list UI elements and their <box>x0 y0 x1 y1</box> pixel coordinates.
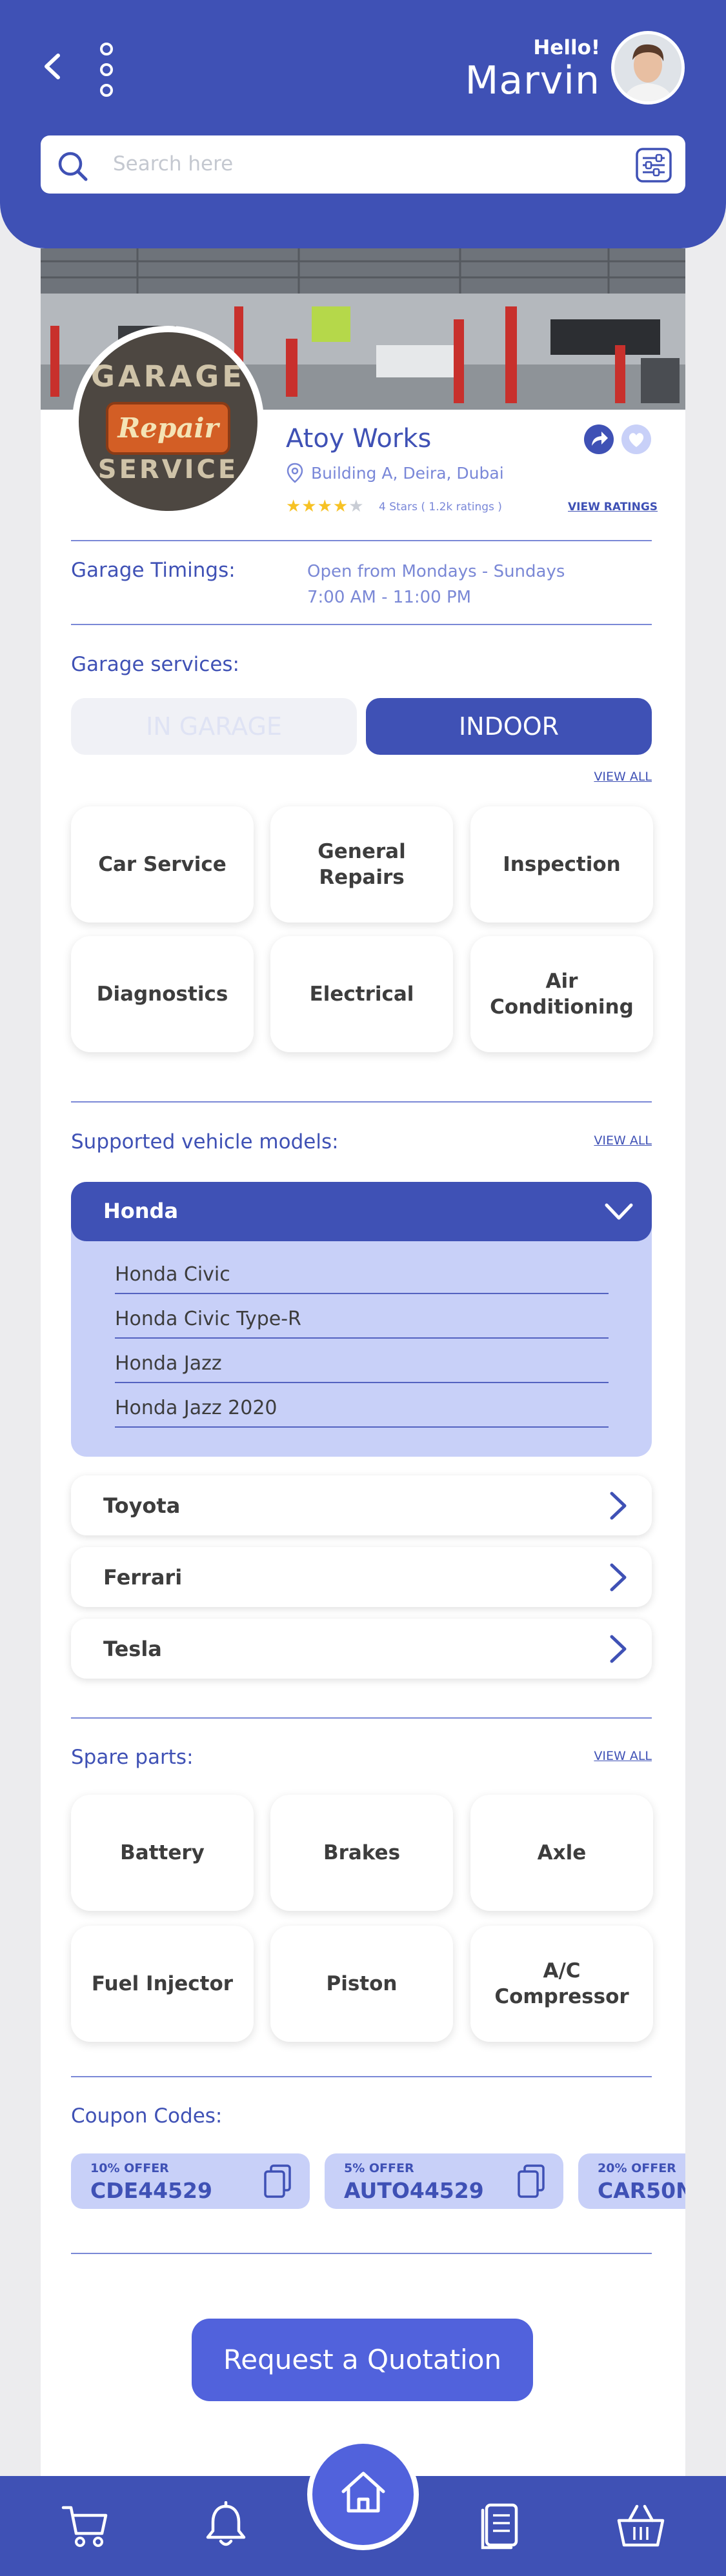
more-options-icon[interactable] <box>97 43 116 97</box>
coupon-code: CDE44529 <box>90 2178 212 2203</box>
document-icon[interactable] <box>475 2501 527 2550</box>
vehicle-model-item[interactable]: Honda Civic Type-R <box>115 1294 609 1339</box>
service-tile[interactable]: Electrical <box>270 936 453 1052</box>
avatar[interactable] <box>611 31 685 105</box>
logo-text-mid: Repair <box>117 412 219 444</box>
user-name: Marvin <box>465 58 600 103</box>
filter-icon[interactable] <box>635 147 672 183</box>
rating-text: 4 Stars ( 1.2k ratings ) <box>379 501 502 514</box>
coupon-offer: 20% OFFER <box>598 2161 676 2175</box>
timings-hours: 7:00 AM - 11:00 PM <box>307 588 472 607</box>
divider <box>71 540 652 541</box>
divider <box>71 2076 652 2077</box>
chevron-right-icon <box>610 1635 627 1663</box>
spare-part-tile[interactable]: Battery <box>71 1795 254 1911</box>
coupon-card[interactable]: 20% OFFER CAR50N <box>578 2153 685 2209</box>
home-icon <box>341 2471 385 2513</box>
garage-logo: GARAGE Repair SERVICE <box>72 326 264 517</box>
service-tile[interactable]: Inspection <box>470 806 653 923</box>
spare-part-tile[interactable]: Piston <box>270 1926 453 2042</box>
spare-part-tile[interactable]: Brakes <box>270 1795 453 1911</box>
star-rating: ★★★★★ <box>286 497 365 516</box>
garage-name: Atoy Works <box>286 424 432 454</box>
coupon-offer: 10% OFFER <box>90 2161 169 2175</box>
greeting-text: Hello! <box>533 36 600 59</box>
divider <box>71 1101 652 1103</box>
divider <box>71 624 652 625</box>
services-label: Garage services: <box>71 653 240 676</box>
timings-days: Open from Mondays - Sundays <box>307 562 565 581</box>
brand-label: Toyota <box>103 1493 181 1518</box>
spare-part-tile[interactable]: A/C Compressor <box>470 1926 653 2042</box>
vehicle-brand-row[interactable]: Tesla <box>71 1619 652 1679</box>
app-header: Hello! Marvin Search here <box>0 0 726 248</box>
divider <box>71 2253 652 2254</box>
coupon-card[interactable]: 5% OFFER AUTO44529 <box>325 2153 563 2209</box>
user-photo <box>614 34 681 101</box>
brand-label: Ferrari <box>103 1565 183 1590</box>
cart-icon[interactable] <box>59 2501 111 2550</box>
garage-address: Building A, Deira, Dubai <box>311 464 504 483</box>
chevron-down-icon <box>605 1203 633 1220</box>
coupon-offer: 5% OFFER <box>344 2161 414 2175</box>
spare-part-tile[interactable]: Fuel Injector <box>71 1926 254 2042</box>
service-tile[interactable]: Diagnostics <box>71 936 254 1052</box>
service-tile[interactable]: General Repairs <box>270 806 453 923</box>
search-icon <box>58 152 88 181</box>
vehicle-brand-row[interactable]: Toyota <box>71 1475 652 1535</box>
brand-label: Tesla <box>103 1637 162 1661</box>
request-quotation-button[interactable]: Request a Quotation <box>192 2319 533 2401</box>
back-arrow-icon[interactable] <box>37 52 67 81</box>
spare-parts-label: Spare parts: <box>71 1746 194 1769</box>
timings-value: Open from Mondays - Sundays 7:00 AM - 11… <box>307 559 565 610</box>
vehicle-brand-row[interactable]: Ferrari <box>71 1547 652 1607</box>
bell-icon[interactable] <box>200 2501 252 2550</box>
share-icon[interactable] <box>583 424 614 455</box>
tab-indoor[interactable]: INDOOR <box>366 698 652 755</box>
spare-parts-view-all-link[interactable]: VIEW ALL <box>594 1749 652 1763</box>
vehicle-model-item[interactable]: Honda Jazz 2020 <box>115 1383 609 1428</box>
accordion-brand-label: Honda <box>103 1199 179 1223</box>
vehicle-accordion-header[interactable]: Honda <box>71 1182 652 1241</box>
services-view-all-link[interactable]: VIEW ALL <box>594 770 652 784</box>
view-ratings-link[interactable]: VIEW RATINGS <box>568 501 658 514</box>
basket-icon[interactable] <box>615 2501 667 2550</box>
vehicle-model-item[interactable]: Honda Civic <box>115 1250 609 1294</box>
coupon-code: AUTO44529 <box>344 2178 484 2203</box>
search-bar[interactable]: Search here <box>41 135 685 194</box>
copy-icon[interactable] <box>263 2164 292 2199</box>
favorite-heart-icon[interactable] <box>621 424 652 455</box>
chevron-right-icon <box>610 1492 627 1520</box>
coupon-code: CAR50N <box>598 2178 685 2203</box>
copy-icon[interactable] <box>517 2164 545 2199</box>
timings-label: Garage Timings: <box>71 559 236 582</box>
service-tile[interactable]: Car Service <box>71 806 254 923</box>
spare-part-tile[interactable]: Axle <box>470 1795 653 1911</box>
divider <box>71 1717 652 1719</box>
coupon-card[interactable]: 10% OFFER CDE44529 <box>71 2153 310 2209</box>
service-tile[interactable]: Air Conditioning <box>470 936 653 1052</box>
vehicles-view-all-link[interactable]: VIEW ALL <box>594 1133 652 1148</box>
vehicle-model-item[interactable]: Honda Jazz <box>115 1339 609 1383</box>
logo-text-bottom: SERVICE <box>97 455 239 484</box>
coupons-label: Coupon Codes: <box>71 2104 223 2128</box>
tab-in-garage[interactable]: IN GARAGE <box>71 698 357 755</box>
vehicles-label: Supported vehicle models: <box>71 1130 339 1153</box>
search-input[interactable]: Search here <box>113 152 233 175</box>
logo-text-top: GARAGE <box>91 359 245 394</box>
home-button[interactable] <box>312 2444 414 2545</box>
location-pin-icon <box>287 463 303 483</box>
chevron-right-icon <box>610 1563 627 1592</box>
